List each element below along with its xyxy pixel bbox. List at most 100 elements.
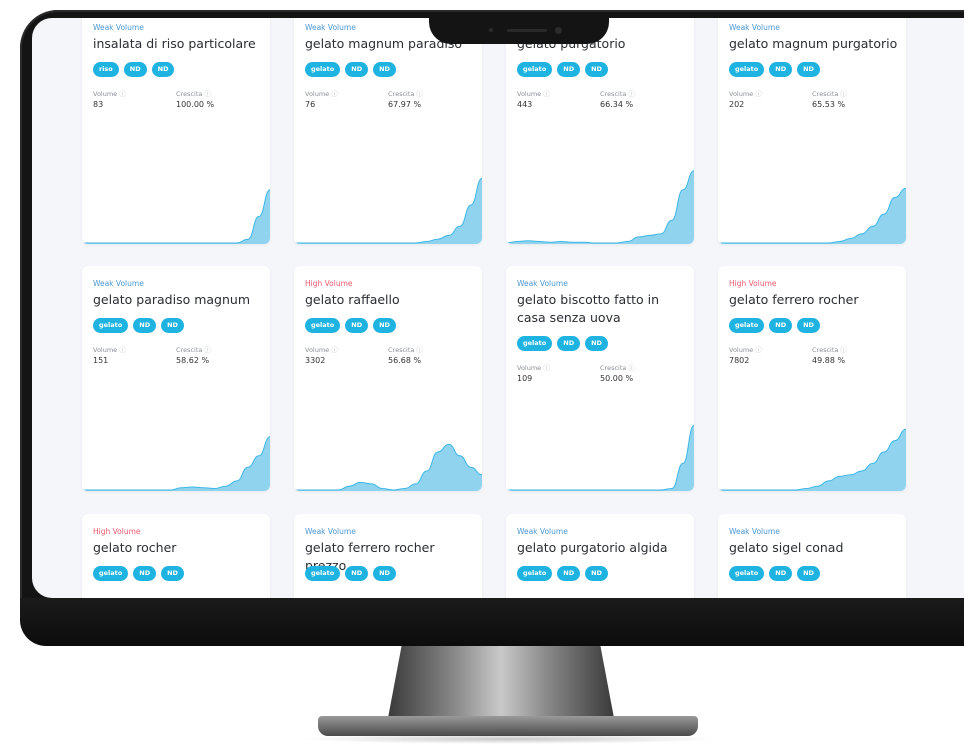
volume-label: Volume ⓘ xyxy=(305,88,338,98)
info-icon[interactable]: ⓘ xyxy=(204,346,211,354)
tag-list: gelato ND ND xyxy=(93,566,184,581)
tag-badge[interactable]: ND xyxy=(769,62,793,77)
tag-badge[interactable]: ND xyxy=(769,566,793,581)
keyword-card[interactable]: Weak Volumegelato purgatoriogelatoNDNDVo… xyxy=(506,18,694,244)
volume-label-text: Volume xyxy=(729,346,754,354)
keyword-card[interactable]: Weak Volume insalata di riso particolare r… xyxy=(82,18,270,244)
tag-badge[interactable]: riso xyxy=(93,62,119,77)
volume-value: 109 xyxy=(517,374,533,383)
tag-badge[interactable]: ND xyxy=(133,318,157,333)
keyword-card[interactable]: High Volume gelato ferrero rocher gelato ND… xyxy=(718,266,906,491)
tag-badge[interactable]: ND xyxy=(373,566,396,581)
tag-badge[interactable]: gelato xyxy=(305,318,341,333)
tag-list: gelato ND ND xyxy=(729,62,820,77)
keyword-card[interactable]: Weak Volume gelato magnum purgatorio gelat… xyxy=(718,18,906,244)
volume-value: 443 xyxy=(517,100,533,109)
tag-badge[interactable]: ND xyxy=(161,318,184,333)
tag-badge[interactable]: gelato xyxy=(729,62,765,77)
tag-badge[interactable]: ND xyxy=(797,318,820,333)
tag-badge[interactable]: ND xyxy=(797,62,820,77)
keyword-card[interactable]: Weak Volume gelato purgatorio algida gelat… xyxy=(506,514,694,598)
tag-badge[interactable]: ND xyxy=(345,566,369,581)
tag-badge[interactable]: ND xyxy=(585,336,608,351)
tag-badge[interactable]: gelato xyxy=(93,566,129,581)
tag-badge[interactable]: ND xyxy=(151,62,175,77)
tag-badge[interactable]: ND xyxy=(373,62,396,77)
tag-badge[interactable]: ND xyxy=(585,62,608,77)
volume-type-label: Weak Volume xyxy=(729,23,780,32)
tag-badge[interactable]: ND xyxy=(557,566,581,581)
info-icon[interactable]: ⓘ xyxy=(628,364,635,372)
tag-badge[interactable]: gelato xyxy=(517,62,553,77)
growth-label-text: Crescita xyxy=(812,90,839,98)
tag-list: gelato ND ND xyxy=(517,566,608,581)
growth-metric: Crescita ⓘ 49.88 % xyxy=(812,344,847,365)
tag-badge[interactable]: ND xyxy=(557,62,581,77)
trend-area xyxy=(718,188,906,244)
growth-metric: Crescita ⓘ 67.97 % xyxy=(388,88,423,109)
tag-list: gelato ND ND xyxy=(729,318,820,333)
tag-badge[interactable]: ND xyxy=(123,62,147,77)
trend-area xyxy=(294,444,482,491)
growth-label: Crescita ⓘ xyxy=(176,344,211,354)
info-icon[interactable]: ⓘ xyxy=(628,90,635,98)
tag-badge[interactable]: gelato xyxy=(93,318,129,333)
volume-label-text: Volume xyxy=(517,90,542,98)
info-icon[interactable]: ⓘ xyxy=(331,346,338,354)
volume-label-text: Volume xyxy=(93,90,118,98)
growth-metric: Crescita ⓘ 50.00 % xyxy=(600,362,635,383)
info-icon[interactable]: ⓘ xyxy=(543,90,550,98)
tag-badge[interactable]: gelato xyxy=(729,318,765,333)
tag-badge[interactable]: ND xyxy=(797,566,820,581)
tag-badge[interactable]: ND xyxy=(557,336,581,351)
tag-badge[interactable]: gelato xyxy=(305,62,341,77)
keyword-title: gelato purgatorio algida xyxy=(517,540,668,555)
tag-badge[interactable]: gelato xyxy=(517,336,553,351)
info-icon[interactable]: ⓘ xyxy=(416,90,423,98)
keyword-card[interactable]: Weak Volume gelato paradiso magnum gelato N… xyxy=(82,266,270,491)
tag-badge[interactable]: gelato xyxy=(729,566,765,581)
trend-area xyxy=(294,178,482,244)
growth-value: 50.00 % xyxy=(600,374,634,383)
growth-value: 56.68 % xyxy=(388,356,422,365)
keyword-card[interactable]: High Volume gelato raffaello gelato ND ND Vol… xyxy=(294,266,482,491)
growth-label: Crescita ⓘ xyxy=(388,344,423,354)
info-icon[interactable]: ⓘ xyxy=(543,364,550,372)
tag-badge[interactable]: gelato xyxy=(305,566,341,581)
tag-list: gelato ND ND xyxy=(517,336,608,351)
tag-badge[interactable]: gelato xyxy=(517,566,553,581)
info-icon[interactable]: ⓘ xyxy=(331,90,338,98)
tag-badge[interactable]: ND xyxy=(345,318,369,333)
tag-list: gelato ND ND xyxy=(93,318,184,333)
keyword-card[interactable]: High Volume gelato rocher gelato ND ND xyxy=(82,514,270,598)
tag-badge[interactable]: ND xyxy=(161,566,184,581)
tag-badge[interactable]: ND xyxy=(373,318,396,333)
info-icon[interactable]: ⓘ xyxy=(204,90,211,98)
keyword-card[interactable]: Weak Volume gelato magnum paradiso gelato N… xyxy=(294,18,482,244)
volume-metric: Volume ⓘ 3302 xyxy=(305,344,338,365)
monitor-stand-neck xyxy=(388,646,614,718)
info-icon[interactable]: ⓘ xyxy=(416,346,423,354)
volume-type-label: High Volume xyxy=(729,279,777,288)
growth-label-text: Crescita xyxy=(600,90,627,98)
growth-metric: Crescita ⓘ 65.53 % xyxy=(812,88,847,109)
info-icon[interactable]: ⓘ xyxy=(840,90,847,98)
tag-badge[interactable]: ND xyxy=(585,566,608,581)
info-icon[interactable]: ⓘ xyxy=(755,90,762,98)
volume-label-text: Volume xyxy=(729,90,754,98)
tag-badge[interactable]: ND xyxy=(769,318,793,333)
tag-badge[interactable]: ND xyxy=(345,62,369,77)
info-icon[interactable]: ⓘ xyxy=(119,90,126,98)
info-icon[interactable]: ⓘ xyxy=(840,346,847,354)
keyword-card[interactable]: Weak Volumegelato ferrero rocher prezzog… xyxy=(294,514,482,598)
tag-list: gelato ND ND xyxy=(305,318,396,333)
info-icon[interactable]: ⓘ xyxy=(755,346,762,354)
tag-list: gelato ND ND xyxy=(517,62,608,77)
growth-label: Crescita ⓘ xyxy=(388,88,423,98)
tag-badge[interactable]: ND xyxy=(133,566,157,581)
volume-label: Volume ⓘ xyxy=(729,88,762,98)
volume-type-label: Weak Volume xyxy=(729,527,780,536)
info-icon[interactable]: ⓘ xyxy=(119,346,126,354)
keyword-card[interactable]: Weak Volume gelato sigel conad gelato ND ND xyxy=(718,514,906,598)
keyword-card[interactable]: Weak Volume gelato biscotto fatto in casa… xyxy=(506,266,694,491)
